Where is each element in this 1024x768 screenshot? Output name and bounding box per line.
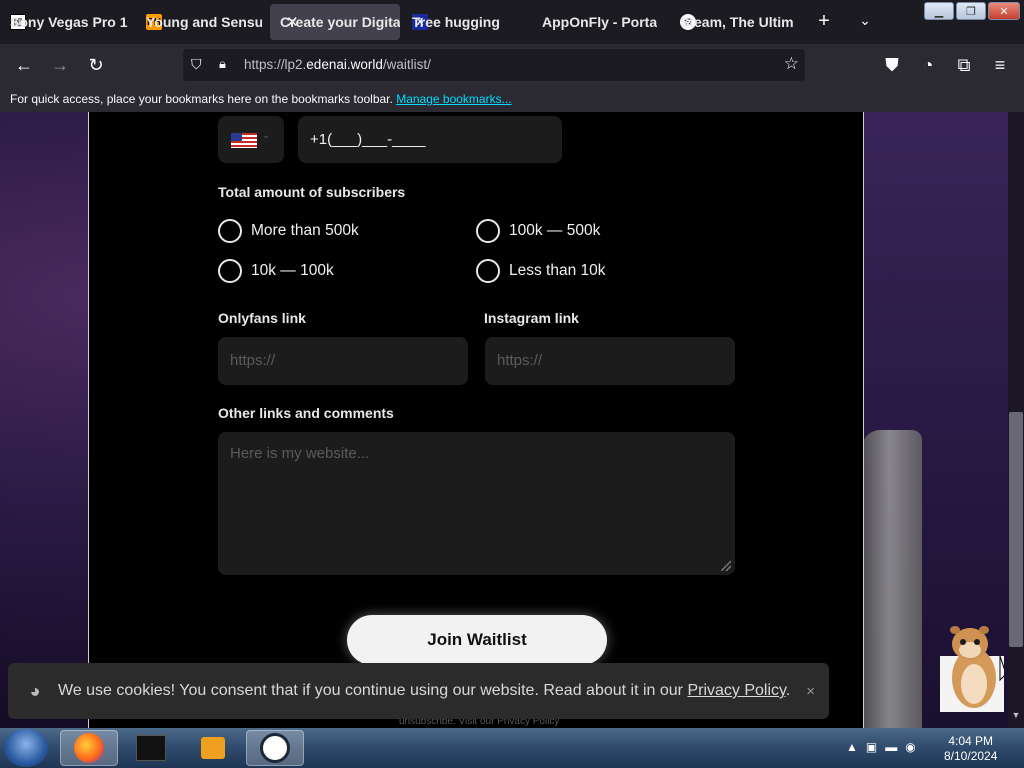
other-links-label: Other links and comments <box>218 405 394 421</box>
tab-steam[interactable]: ⚙ Steam, The Ultim <box>670 4 806 40</box>
radio-label: More than 500k <box>251 222 359 239</box>
clock-time: 4:04 PM <box>948 734 994 748</box>
bookmarks-message: For quick access, place your bookmarks h… <box>10 92 393 106</box>
address-bar[interactable]: ⛉ 🔒︎ https://lp2.edenai.world/waitlist/ … <box>183 49 805 81</box>
tab-label: Young and Sensu <box>146 14 262 30</box>
cookie-banner: ◕ We use cookies! You consent that if yo… <box>8 663 829 719</box>
cookie-suffix: . <box>785 682 791 699</box>
taskbar-steam[interactable] <box>246 730 304 766</box>
join-waitlist-button[interactable]: Join Waitlist <box>347 615 607 665</box>
reload-icon[interactable]: ↻ <box>84 54 108 76</box>
network-icon[interactable]: ▬ <box>885 740 897 754</box>
cookie-icon: ◕ <box>29 681 41 701</box>
clock-date: 8/10/2024 <box>944 749 998 763</box>
lock-icon[interactable]: 🔒︎ <box>219 56 226 72</box>
instagram-label: Instagram link <box>484 310 579 326</box>
cookie-text: We use cookies! You consent that if you … <box>58 682 688 699</box>
account-icon[interactable]: ◔ <box>916 54 940 76</box>
bookmark-star-icon[interactable]: ☆ <box>784 54 799 74</box>
country-code-select[interactable]: ⌄ <box>218 116 284 163</box>
tab-create-your-digital[interactable]: Create your Digital ✕ <box>270 4 400 40</box>
privacy-policy-link[interactable]: Privacy Policy <box>687 682 785 699</box>
radio-circle[interactable] <box>218 259 242 283</box>
taskbar-firefox[interactable] <box>60 730 118 766</box>
tray-expand-icon[interactable]: ▲ <box>846 740 858 754</box>
tab-sony-vegas[interactable]: ▥ Sony Vegas Pro 1 <box>0 4 136 40</box>
bookmarks-toolbar: For quick access, place your bookmarks h… <box>0 86 1024 112</box>
taskbar: ▲ ▣ ▬ ◉ 4:04 PM 8/10/2024 <box>0 728 1024 768</box>
phone-input[interactable]: +1(___)___-____ <box>298 116 562 163</box>
scrollbar-thumb[interactable] <box>1009 412 1023 647</box>
close-window-button[interactable]: ✕ <box>988 2 1020 20</box>
new-tab-icon[interactable]: + <box>812 10 836 33</box>
window-controls: ▁ ❐ ✕ <box>924 2 1020 20</box>
url-prefix: https://lp2. <box>244 57 307 72</box>
radio-10k-100k[interactable]: 10k — 100k <box>218 259 334 283</box>
tab-label: AppOnFly - Porta <box>542 14 658 30</box>
tab-label: Create your Digital <box>280 14 400 30</box>
radio-label: 10k — 100k <box>251 262 334 279</box>
onlyfans-label: Onlyfans link <box>218 310 306 326</box>
cookie-message: We use cookies! You consent that if you … <box>58 682 790 700</box>
statue-image <box>862 430 922 728</box>
extensions-icon[interactable]: ⧉ <box>952 54 976 76</box>
resize-handle-icon[interactable] <box>721 561 731 571</box>
radio-circle[interactable] <box>476 259 500 283</box>
radio-more-than-500k[interactable]: More than 500k <box>218 219 359 243</box>
tab-label: Steam, The Ultim <box>680 14 794 30</box>
forward-arrow-icon[interactable]: → <box>48 54 72 76</box>
menu-icon[interactable]: ≡ <box>988 54 1012 76</box>
shield-icon[interactable]: ⛉ <box>191 56 202 73</box>
radio-less-than-10k[interactable]: Less than 10k <box>476 259 606 283</box>
taskbar-video-app[interactable] <box>184 730 242 766</box>
instagram-link-input[interactable]: https:// <box>485 337 735 385</box>
onlyfans-link-input[interactable]: https:// <box>218 337 468 385</box>
back-arrow-icon[interactable]: ← <box>12 54 36 76</box>
firefox-icon <box>74 733 104 763</box>
chevron-down-icon: ⌄ <box>262 130 271 141</box>
scroll-down-icon[interactable]: ▼ <box>1009 710 1023 720</box>
close-cookie-icon[interactable]: × <box>806 683 815 700</box>
radio-circle[interactable] <box>218 219 242 243</box>
hamster-image <box>940 626 1004 712</box>
tab-label: Tree hugging <box>412 14 500 30</box>
video-player-icon <box>201 737 225 759</box>
radio-circle[interactable] <box>476 219 500 243</box>
restore-button[interactable]: ❐ <box>956 2 986 20</box>
web-page: ▼ ⌄ +1(___)___-____ Total amount of subs… <box>0 112 1024 728</box>
tray-status-icon[interactable]: ◉ <box>905 740 915 754</box>
subscribers-label: Total amount of subscribers <box>218 184 406 200</box>
url-text[interactable]: https://lp2.edenai.world/waitlist/ <box>244 57 431 72</box>
system-tray: ▲ ▣ ▬ ◉ <box>846 740 916 754</box>
tab-label: Sony Vegas Pro 1 <box>10 14 128 30</box>
tray-app-icon[interactable]: ▣ <box>866 740 877 754</box>
url-path: /waitlist/ <box>382 57 431 72</box>
tab-tree-hugging[interactable]: X Tree hugging <box>402 4 532 40</box>
monitor-icon <box>136 735 166 761</box>
other-links-textarea[interactable]: Here is my website... <box>218 432 735 575</box>
pocket-icon[interactable]: ⛊ <box>880 54 904 76</box>
radio-label: Less than 10k <box>509 262 606 279</box>
minimize-button[interactable]: ▁ <box>924 2 954 20</box>
navigation-bar: ← → ↻ ⛉ 🔒︎ https://lp2.edenai.world/wait… <box>0 44 1024 86</box>
tab-strip: ▥ Sony Vegas Pro 1 PH Young and Sensu Cr… <box>0 0 1024 44</box>
tab-young-and-sensu[interactable]: PH Young and Sensu <box>136 4 262 40</box>
url-domain: edenai.world <box>306 57 383 72</box>
radio-label: 100k — 500k <box>509 222 601 239</box>
us-flag-icon <box>231 133 257 148</box>
steam-icon <box>260 733 290 763</box>
system-clock[interactable]: 4:04 PM 8/10/2024 <box>944 734 997 764</box>
textarea-placeholder: Here is my website... <box>230 445 370 462</box>
start-button[interactable] <box>4 729 48 767</box>
radio-100k-500k[interactable]: 100k — 500k <box>476 219 600 243</box>
chevron-down-icon[interactable]: ⌄ <box>853 12 877 29</box>
tab-apponfly[interactable]: · AppOnFly - Porta <box>532 4 668 40</box>
taskbar-media-app[interactable] <box>122 730 180 766</box>
manage-bookmarks-link[interactable]: Manage bookmarks... <box>396 92 511 106</box>
waitlist-form-panel: ⌄ +1(___)___-____ Total amount of subscr… <box>88 112 864 728</box>
